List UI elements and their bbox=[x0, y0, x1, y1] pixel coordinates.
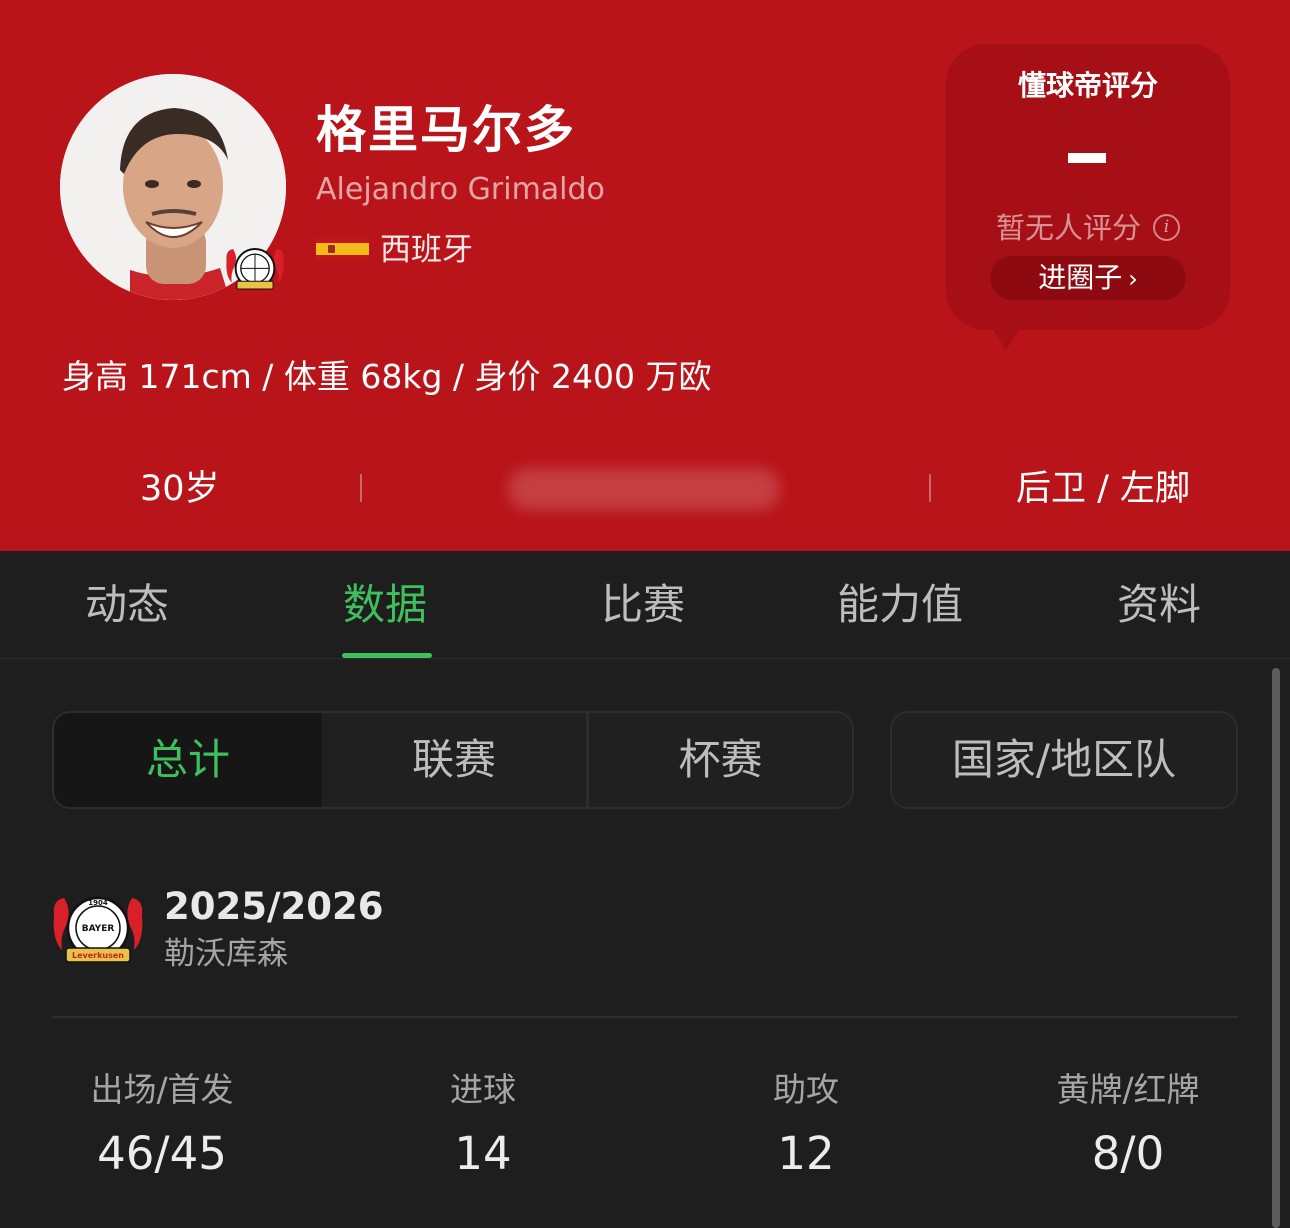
stat-value-cards: 8/0 bbox=[1091, 1127, 1165, 1180]
leverkusen-crest-icon: 1904 BAYER Leverkusen bbox=[50, 892, 146, 966]
filter-league[interactable]: 联赛 bbox=[322, 713, 586, 807]
stat-value-goals: 14 bbox=[454, 1127, 512, 1180]
player-name-cn: 格里马尔多 bbox=[316, 101, 576, 159]
crest-brand: BAYER bbox=[82, 924, 115, 934]
filter-cup[interactable]: 杯赛 bbox=[589, 713, 852, 807]
player-name-en: Alejandro Grimaldo bbox=[316, 172, 605, 207]
divider bbox=[360, 474, 362, 502]
tab-data[interactable]: 数据 bbox=[343, 576, 427, 634]
scrollbar[interactable] bbox=[1272, 668, 1280, 1228]
club-badge-small bbox=[224, 244, 286, 294]
info-icon[interactable]: i bbox=[1153, 214, 1180, 241]
stat-label-appearances: 出场/首发 bbox=[90, 1070, 234, 1109]
crest-year: 1904 bbox=[88, 899, 108, 907]
tab-matches[interactable]: 比赛 bbox=[601, 576, 685, 634]
season-years: 2025/2026 bbox=[164, 885, 384, 928]
section-divider bbox=[52, 1016, 1238, 1018]
competition-filter: 总计 联赛 杯赛 bbox=[52, 711, 854, 809]
rating-value bbox=[1068, 153, 1106, 163]
player-age: 30岁 bbox=[140, 469, 220, 509]
body-info: 身高 171cm / 体重 68kg / 身价 2400 万欧 bbox=[62, 357, 712, 396]
filter-national-team[interactable]: 国家/地区队 bbox=[890, 711, 1238, 809]
tab-feed[interactable]: 动态 bbox=[85, 576, 169, 634]
tab-abilities[interactable]: 能力值 bbox=[837, 576, 963, 634]
active-tab-indicator bbox=[342, 653, 432, 658]
stat-value-assists: 12 bbox=[777, 1127, 835, 1180]
stat-label-goals: 进球 bbox=[450, 1070, 516, 1109]
join-circle-label: 进圈子 bbox=[1038, 261, 1123, 294]
blurred-info bbox=[508, 468, 780, 510]
stat-label-assists: 助攻 bbox=[773, 1070, 839, 1109]
join-circle-button[interactable]: 进圈子 › bbox=[990, 256, 1186, 300]
divider bbox=[929, 474, 931, 502]
stat-label-cards: 黄牌/红牌 bbox=[1056, 1070, 1200, 1109]
crest-city: Leverkusen bbox=[72, 951, 124, 960]
rating-card-tail bbox=[988, 322, 1024, 350]
rating-none-text: 暂无人评分 bbox=[996, 211, 1142, 245]
tab-profile[interactable]: 资料 bbox=[1117, 576, 1201, 634]
rating-title: 懂球帝评分 bbox=[1017, 69, 1158, 102]
filter-total[interactable]: 总计 bbox=[54, 713, 322, 807]
nationality: 西班牙 bbox=[380, 232, 473, 268]
position-foot: 后卫 / 左脚 bbox=[1016, 469, 1191, 509]
chevron-right-icon: › bbox=[1128, 265, 1138, 293]
spain-flag-icon bbox=[316, 238, 369, 260]
stat-value-appearances: 46/45 bbox=[97, 1127, 227, 1180]
club-name: 勒沃库森 bbox=[164, 936, 288, 972]
